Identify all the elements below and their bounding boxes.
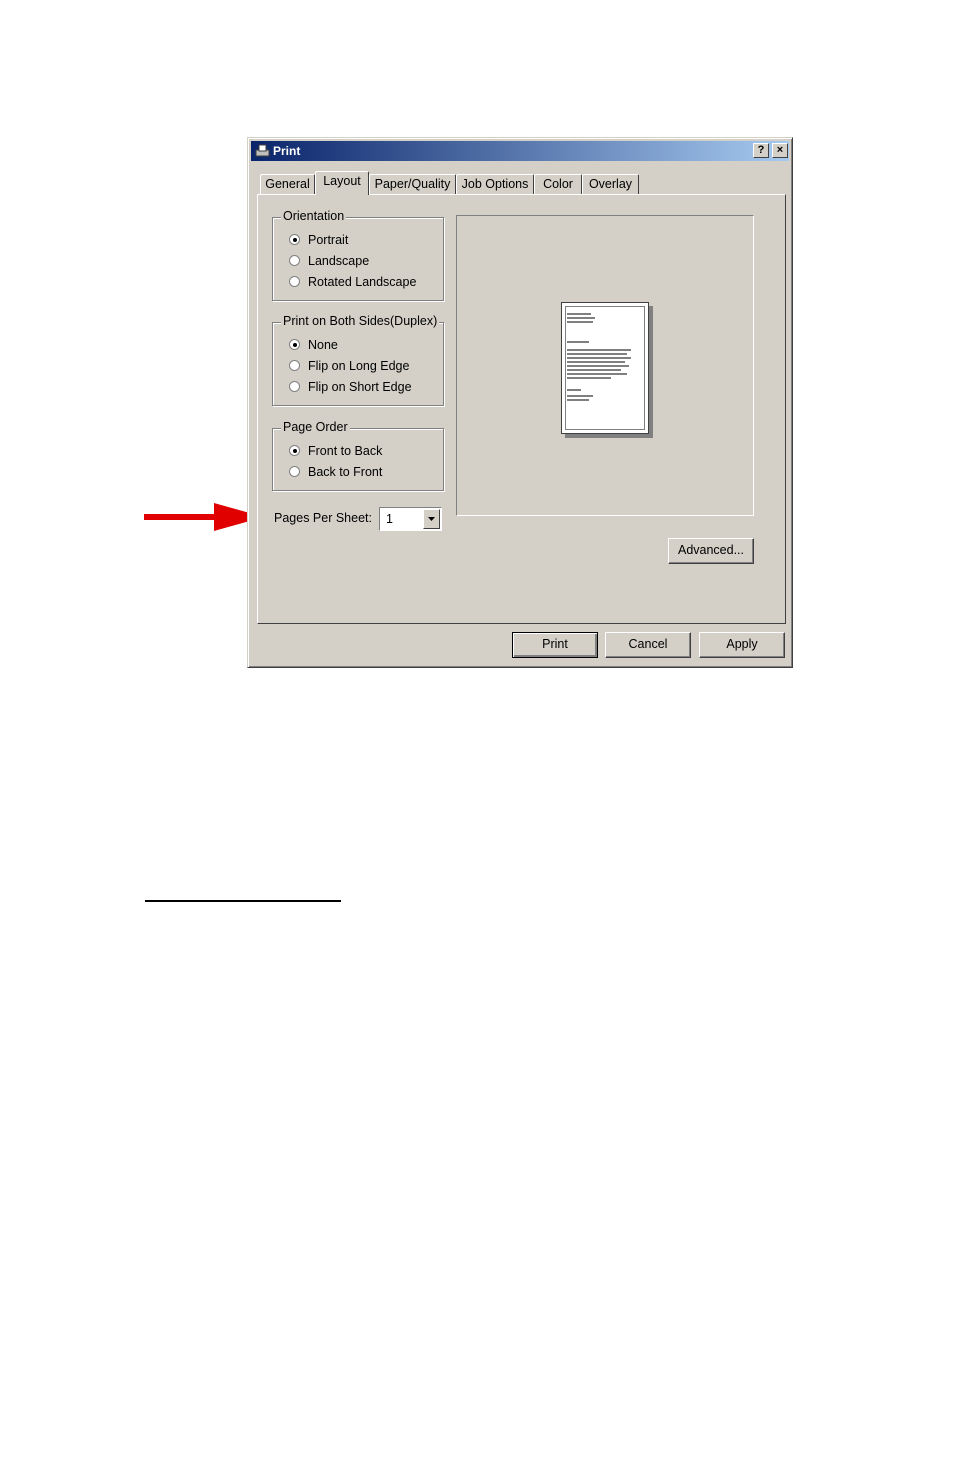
help-button[interactable]: ? [753, 143, 769, 158]
tab-overlay[interactable]: Overlay [582, 174, 639, 194]
radio-flip-long-edge[interactable]: Flip on Long Edge [289, 359, 409, 373]
radio-portrait[interactable]: Portrait [289, 233, 348, 247]
radio-unchecked-icon [289, 466, 300, 477]
layout-preview [456, 215, 754, 516]
radio-landscape[interactable]: Landscape [289, 254, 369, 268]
apply-button[interactable]: Apply [699, 632, 785, 658]
close-button[interactable]: × [772, 143, 788, 158]
cancel-button[interactable]: Cancel [605, 632, 691, 658]
chevron-down-icon[interactable] [423, 509, 440, 529]
printer-icon [255, 144, 270, 161]
pages-per-sheet-select[interactable]: 1 [379, 507, 442, 531]
window-title: Print [273, 144, 301, 158]
tab-layout[interactable]: Layout [315, 171, 369, 195]
duplex-label: Print on Both Sides(Duplex) [281, 314, 440, 328]
radio-checked-icon [289, 234, 300, 245]
radio-checked-icon [289, 339, 300, 350]
page-preview-icon [561, 302, 649, 434]
radio-unchecked-icon [289, 381, 300, 392]
radio-front-to-back[interactable]: Front to Back [289, 444, 382, 458]
orientation-group: Orientation Portrait Landscape Rotated L… [272, 209, 444, 301]
print-button[interactable]: Print [512, 632, 598, 658]
radio-unchecked-icon [289, 276, 300, 287]
radio-unchecked-icon [289, 255, 300, 266]
pages-per-sheet-value: 1 [386, 512, 393, 526]
radio-unchecked-icon [289, 360, 300, 371]
page-order-group: Page Order Front to Back Back to Front [272, 420, 444, 491]
orientation-label: Orientation [281, 209, 347, 223]
title-bar[interactable]: Print ? × [251, 141, 789, 161]
radio-checked-icon [289, 445, 300, 456]
print-dialog: Print ? × General Layout Paper/Quality J… [247, 137, 793, 668]
tab-paper-quality[interactable]: Paper/Quality [369, 174, 456, 194]
tab-general[interactable]: General [260, 174, 315, 194]
advanced-button[interactable]: Advanced... [668, 538, 754, 564]
duplex-group: Print on Both Sides(Duplex) None Flip on… [272, 314, 444, 406]
radio-flip-short-edge[interactable]: Flip on Short Edge [289, 380, 412, 394]
pages-per-sheet-label: Pages Per Sheet: [274, 511, 372, 525]
radio-back-to-front[interactable]: Back to Front [289, 465, 382, 479]
radio-duplex-none[interactable]: None [289, 338, 338, 352]
tab-job-options[interactable]: Job Options [456, 174, 534, 194]
section-rule [145, 900, 341, 902]
page-order-label: Page Order [281, 420, 350, 434]
tab-color[interactable]: Color [534, 174, 582, 194]
radio-rotated-landscape[interactable]: Rotated Landscape [289, 275, 416, 289]
